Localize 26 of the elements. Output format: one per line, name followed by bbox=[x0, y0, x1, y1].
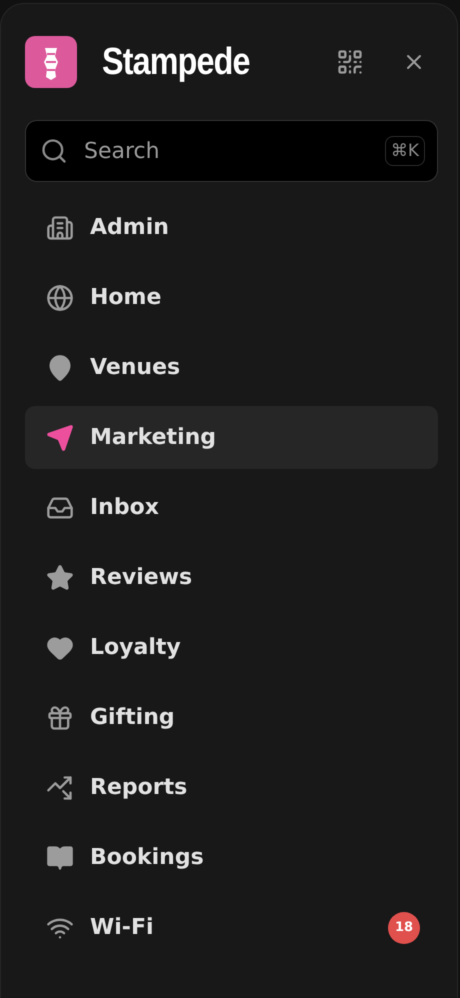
nav-item[interactable]: Loyalty bbox=[25, 616, 438, 679]
nav-item[interactable]: Marketing bbox=[25, 406, 438, 469]
send-icon bbox=[46, 424, 74, 452]
nav-item[interactable]: Gifting bbox=[25, 686, 438, 749]
brand-title: Stampede bbox=[102, 40, 250, 84]
nav-item[interactable]: Inbox bbox=[25, 476, 438, 539]
book-icon bbox=[46, 844, 74, 872]
shortcut-hint: ⌘K bbox=[384, 136, 425, 166]
star-icon bbox=[46, 564, 74, 592]
search-field[interactable]: Search bbox=[82, 138, 385, 164]
nav-item[interactable]: Venues bbox=[25, 336, 438, 399]
search-bar[interactable]: Search ⌘K bbox=[25, 120, 438, 182]
nav-item[interactable]: Reports bbox=[25, 756, 438, 819]
search-icon bbox=[40, 137, 68, 165]
globe-icon bbox=[46, 284, 74, 312]
count-badge: 18 bbox=[388, 912, 420, 944]
building-icon bbox=[46, 214, 74, 242]
gift-icon bbox=[46, 704, 74, 732]
brand-logo bbox=[25, 36, 77, 88]
qr-code-icon[interactable] bbox=[336, 48, 364, 76]
nav-item[interactable]: Wi-Fi 18 bbox=[25, 896, 438, 959]
trend-arrows-icon bbox=[46, 774, 74, 802]
nav-item[interactable]: Home bbox=[25, 266, 438, 329]
nav-item[interactable]: Admin bbox=[25, 196, 438, 259]
nav-item[interactable]: Bookings bbox=[25, 826, 438, 889]
nav-item[interactable]: Reviews bbox=[25, 546, 438, 609]
